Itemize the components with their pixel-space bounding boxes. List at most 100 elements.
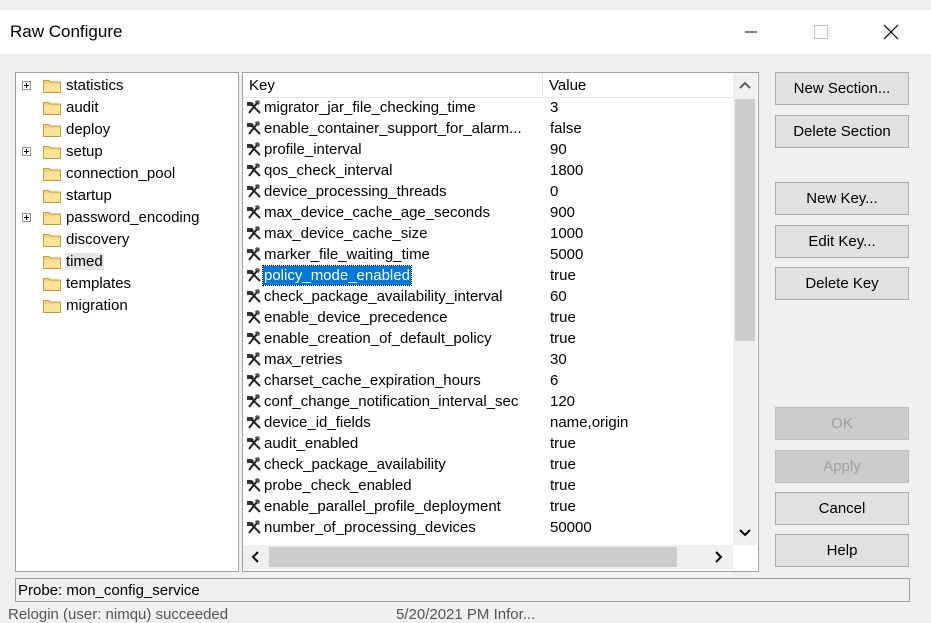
- list-row[interactable]: number_of_processing_devices 50000: [243, 517, 733, 538]
- list-row[interactable]: device_processing_threads 0: [243, 181, 733, 202]
- tools-icon: [245, 141, 263, 157]
- tree-item-label: connection_pool: [66, 165, 176, 182]
- tree-item-label: statistics: [66, 77, 124, 94]
- row-value: true: [550, 309, 576, 326]
- folder-icon: [43, 254, 61, 269]
- row-key: profile_interval: [264, 141, 362, 158]
- tree-item-label: setup: [66, 143, 103, 160]
- minimize-button[interactable]: [728, 10, 774, 54]
- key-value-list: Key Value migrator_jar_file_checking_tim…: [242, 72, 759, 572]
- tools-icon: [245, 435, 263, 451]
- list-row[interactable]: enable_device_precedence true: [243, 307, 733, 328]
- list-row[interactable]: policy_mode_enabled true: [243, 265, 733, 286]
- tree-item-statistics[interactable]: statistics: [16, 75, 236, 97]
- tree-item-migration[interactable]: migration: [16, 295, 236, 317]
- folder-icon: [43, 232, 61, 247]
- list-row[interactable]: conf_change_notification_interval_sec 120: [243, 391, 733, 412]
- row-key: marker_file_waiting_time: [264, 246, 430, 263]
- tools-icon: [245, 204, 263, 220]
- expand-icon[interactable]: [22, 147, 31, 156]
- list-row[interactable]: max_retries 30: [243, 349, 733, 370]
- row-value: true: [550, 435, 576, 452]
- list-row[interactable]: qos_check_interval 1800: [243, 160, 733, 181]
- tree-item-label: migration: [66, 297, 128, 314]
- chevron-left-icon: [251, 551, 259, 563]
- list-rows: migrator_jar_file_checking_time 3 enable_c…: [243, 97, 733, 543]
- list-row[interactable]: profile_interval 90: [243, 139, 733, 160]
- tree-item-password-encoding[interactable]: password_encoding: [16, 207, 236, 229]
- list-row[interactable]: check_package_availability true: [243, 454, 733, 475]
- list-row[interactable]: max_device_cache_age_seconds 900: [243, 202, 733, 223]
- cancel-button[interactable]: Cancel: [775, 492, 909, 525]
- tools-icon: [245, 393, 263, 409]
- scroll-left-button[interactable]: [243, 545, 267, 569]
- row-key: policy_mode_enabled: [262, 265, 412, 286]
- tree-item-audit[interactable]: audit: [16, 97, 236, 119]
- row-value: 30: [550, 351, 567, 368]
- tree-item-templates[interactable]: templates: [16, 273, 236, 295]
- row-value: true: [550, 330, 576, 347]
- list-row[interactable]: device_id_fields name,origin: [243, 412, 733, 433]
- horizontal-scroll-thumb[interactable]: [269, 547, 677, 567]
- scroll-right-button[interactable]: [707, 545, 731, 569]
- row-value: 0: [550, 183, 559, 200]
- tools-icon: [245, 372, 263, 388]
- tools-icon: [245, 183, 263, 199]
- maximize-button[interactable]: [798, 10, 844, 54]
- list-row[interactable]: marker_file_waiting_time 5000: [243, 244, 733, 265]
- tree-item-deploy[interactable]: deploy: [16, 119, 236, 141]
- new-key-button[interactable]: New Key...: [775, 182, 909, 215]
- row-value: false: [550, 120, 582, 137]
- row-key: conf_change_notification_interval_sec: [264, 393, 519, 410]
- ok-button[interactable]: OK: [775, 407, 909, 440]
- list-row[interactable]: enable_parallel_profile_deployment true: [243, 496, 733, 517]
- title-bar: Raw Configure: [0, 10, 931, 54]
- new-section-button[interactable]: New Section...: [775, 72, 909, 105]
- row-value: true: [550, 477, 576, 494]
- scroll-up-button[interactable]: [733, 73, 757, 97]
- tree-item-setup[interactable]: setup: [16, 141, 236, 163]
- row-value: 1800: [550, 162, 584, 179]
- expand-icon[interactable]: [22, 81, 31, 90]
- section-tree[interactable]: statistics audit deploy setup connection_poo…: [15, 72, 239, 572]
- list-row[interactable]: enable_container_support_for_alarm... fal…: [243, 118, 733, 139]
- row-key: max_device_cache_size: [264, 225, 428, 242]
- list-row[interactable]: enable_creation_of_default_policy true: [243, 328, 733, 349]
- scroll-down-button[interactable]: [733, 521, 757, 545]
- tree-item-label: discovery: [66, 231, 130, 248]
- tree-item-connection-pool[interactable]: connection_pool: [16, 163, 236, 185]
- edit-key-button[interactable]: Edit Key...: [775, 225, 909, 258]
- list-row[interactable]: probe_check_enabled true: [243, 475, 733, 496]
- close-icon: [883, 24, 899, 40]
- vertical-scrollbar[interactable]: [733, 73, 757, 545]
- column-header-key[interactable]: Key: [243, 73, 543, 97]
- tools-icon: [245, 162, 263, 178]
- vertical-scroll-thumb[interactable]: [735, 99, 755, 341]
- apply-button[interactable]: Apply: [775, 450, 909, 483]
- row-key: probe_check_enabled: [264, 477, 412, 494]
- chevron-down-icon: [739, 529, 751, 537]
- help-button[interactable]: Help: [775, 534, 909, 567]
- row-key: enable_creation_of_default_policy: [264, 330, 492, 347]
- list-row[interactable]: migrator_jar_file_checking_time 3: [243, 97, 733, 118]
- close-button[interactable]: [868, 10, 914, 54]
- column-header-value[interactable]: Value: [543, 73, 733, 97]
- row-key: check_package_availability_interval: [264, 288, 503, 305]
- tree-item-label: password_encoding: [66, 209, 200, 226]
- tree-item-discovery[interactable]: discovery: [16, 229, 236, 251]
- list-header: Key Value: [243, 73, 733, 98]
- expand-icon[interactable]: [22, 213, 31, 222]
- delete-section-button[interactable]: Delete Section: [775, 115, 909, 148]
- background-log-message: Relogin (user: nimqu) succeeded: [8, 606, 229, 623]
- folder-icon: [43, 210, 61, 225]
- row-value: true: [550, 267, 576, 284]
- list-row[interactable]: max_device_cache_size 1000: [243, 223, 733, 244]
- list-row[interactable]: audit_enabled true: [243, 433, 733, 454]
- tree-item-timed[interactable]: timed: [16, 251, 236, 273]
- list-row[interactable]: check_package_availability_interval 60: [243, 286, 733, 307]
- row-value: 900: [550, 204, 576, 221]
- delete-key-button[interactable]: Delete Key: [775, 267, 909, 300]
- list-row[interactable]: charset_cache_expiration_hours 6: [243, 370, 733, 391]
- tree-item-startup[interactable]: startup: [16, 185, 236, 207]
- horizontal-scrollbar[interactable]: [243, 545, 733, 569]
